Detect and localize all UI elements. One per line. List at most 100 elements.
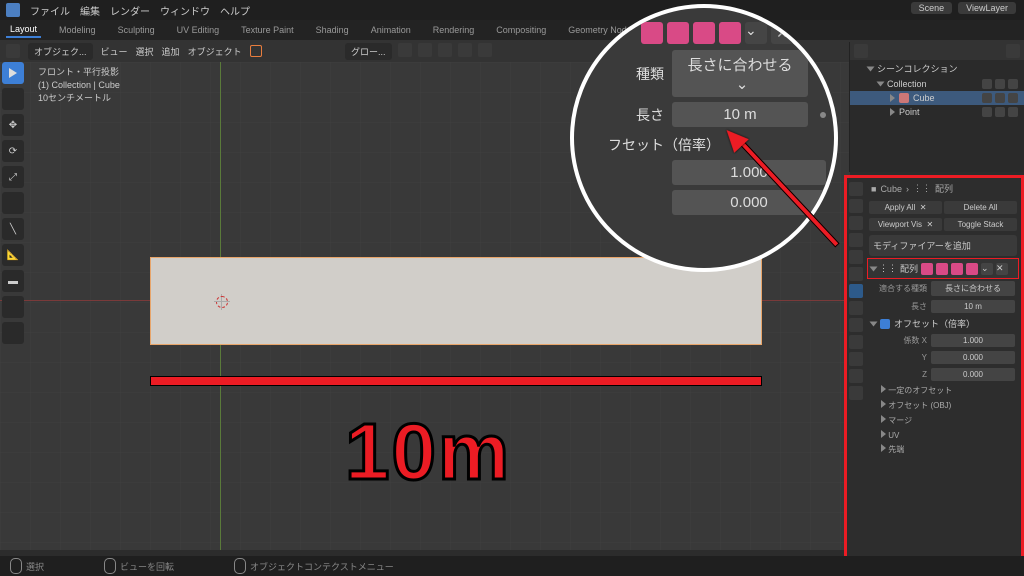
zoom-cage-icon[interactable] (719, 22, 741, 44)
menu-render[interactable]: レンダー (110, 3, 150, 18)
tab-render-icon[interactable] (849, 182, 863, 196)
menu-select[interactable]: 選択 (136, 45, 154, 58)
menu-file[interactable]: ファイル (30, 3, 70, 18)
zoom-editmode-icon[interactable] (641, 22, 663, 44)
scene-selector[interactable]: Scene (911, 2, 953, 14)
tab-physics-icon[interactable] (849, 318, 863, 332)
orientation-dropdown[interactable]: グロー... (345, 43, 392, 60)
tab-shading[interactable]: Shading (312, 23, 353, 37)
menu-view[interactable]: ビュー (101, 45, 128, 58)
modifier-header[interactable]: ⋮⋮ 配列 ⌄ ✕ (867, 258, 1019, 279)
menu-help[interactable]: ヘルプ (220, 3, 250, 18)
tab-sculpting[interactable]: Sculpting (114, 23, 159, 37)
menu-object[interactable]: オブジェクト (188, 45, 242, 58)
editor-type-icon[interactable] (6, 44, 20, 58)
menu-add[interactable]: 追加 (162, 45, 180, 58)
tab-world-icon[interactable] (849, 250, 863, 264)
tab-rendering[interactable]: Rendering (429, 23, 479, 37)
addcube-tool[interactable]: ▬ (2, 270, 24, 292)
extra-tool-1[interactable] (2, 296, 24, 318)
menu-edit[interactable]: 編集 (80, 3, 100, 18)
factor-z-input[interactable]: 0.000 (931, 368, 1015, 381)
menu-window[interactable]: ウィンドウ (160, 3, 210, 18)
mod-cage-icon[interactable] (966, 263, 978, 275)
tab-object-icon[interactable] (849, 267, 863, 281)
zoom-type-dropdown[interactable]: 長さに合わせる ⌄ (672, 50, 808, 97)
add-modifier-dropdown[interactable]: モディファイアーを追加 (869, 235, 1017, 256)
extra-tool-2[interactable] (2, 322, 24, 344)
relative-offset-checkbox[interactable] (880, 319, 890, 329)
outliner-point[interactable]: Point (850, 105, 1024, 119)
mod-dropdown-icon[interactable]: ⌄ (981, 263, 993, 275)
outliner-scene-collection[interactable]: シーンコレクション (850, 60, 1024, 77)
factor-x-input[interactable]: 1.000 (931, 334, 1015, 347)
overlay-icon[interactable] (458, 43, 472, 57)
keyframe-dot-icon[interactable] (820, 112, 826, 118)
move-tool[interactable]: ✥ (2, 114, 24, 136)
zoom-type-label: 種類 (608, 64, 664, 84)
tab-constraint-icon[interactable] (849, 335, 863, 349)
tab-layout[interactable]: Layout (6, 22, 41, 38)
outliner-filter-icon[interactable] (1006, 44, 1020, 58)
origin-indicator-icon[interactable] (250, 45, 262, 57)
gizmo-icon[interactable] (478, 43, 492, 57)
cursor-tool[interactable] (2, 88, 24, 110)
tab-viewlayer-icon[interactable] (849, 216, 863, 230)
mod-render-icon[interactable] (951, 263, 963, 275)
tab-texture-icon[interactable] (849, 386, 863, 400)
toggle-stack-button[interactable]: Toggle Stack (944, 218, 1017, 231)
keyframe-dot-icon[interactable] (820, 71, 826, 77)
zoom-length-input[interactable]: 10 m (672, 102, 808, 127)
tab-output-icon[interactable] (849, 199, 863, 213)
caps-section[interactable]: 先端 (867, 442, 1019, 457)
zoom-close-icon[interactable]: ✕ (771, 22, 793, 44)
tab-modifier-icon[interactable] (849, 284, 863, 298)
length-input[interactable]: 10 m (931, 300, 1015, 313)
tab-material-icon[interactable] (849, 369, 863, 383)
zoom-render-icon[interactable] (693, 22, 715, 44)
outliner-cube[interactable]: Cube (850, 91, 1024, 105)
mod-close-icon[interactable]: ✕ (996, 263, 1008, 275)
scale-tool[interactable]: ⤢ (2, 166, 24, 188)
uv-section[interactable]: UV (867, 428, 1019, 442)
apply-all-button[interactable]: Apply All ✕ (869, 201, 942, 214)
annotate-tool[interactable]: ╲ (2, 218, 24, 240)
visibility-icon[interactable] (982, 93, 992, 103)
render-icon[interactable] (1008, 93, 1018, 103)
select-tool[interactable] (2, 62, 24, 84)
fit-type-dropdown[interactable]: 長さに合わせる (931, 281, 1015, 296)
delete-all-button[interactable]: Delete All (944, 201, 1017, 214)
pivot-icon[interactable] (418, 43, 432, 57)
tab-scene-icon[interactable] (849, 233, 863, 247)
tab-data-icon[interactable] (849, 352, 863, 366)
snap-icon[interactable] (398, 43, 412, 57)
tab-uv[interactable]: UV Editing (173, 23, 224, 37)
tab-animation[interactable]: Animation (367, 23, 415, 37)
zoom-realtime-icon[interactable] (667, 22, 689, 44)
relative-offset-header[interactable]: オフセット（倍率） (867, 315, 1019, 332)
viewport-vis-button[interactable]: Viewport Vis ✕ (869, 218, 942, 231)
mod-editmode-icon[interactable] (921, 263, 933, 275)
tab-particles-icon[interactable] (849, 301, 863, 315)
object-offset-section[interactable]: オフセット (OBJ) (867, 398, 1019, 413)
mod-realtime-icon[interactable] (936, 263, 948, 275)
outliner-type-icon[interactable] (854, 44, 868, 58)
transform-tool[interactable] (2, 192, 24, 214)
merge-section[interactable]: マージ (867, 413, 1019, 428)
measure-tool[interactable]: 📐 (2, 244, 24, 266)
mode-dropdown[interactable]: オブジェク... (28, 43, 93, 60)
tab-modeling[interactable]: Modeling (55, 23, 100, 37)
proportional-icon[interactable] (438, 43, 452, 57)
cube-object[interactable] (150, 257, 762, 345)
constant-offset-section[interactable]: 一定のオフセット (867, 383, 1019, 398)
tab-compositing[interactable]: Compositing (492, 23, 550, 37)
zoom-dropdown-icon[interactable]: ⌄ (745, 22, 767, 44)
tab-texpaint[interactable]: Texture Paint (237, 23, 298, 37)
selectable-icon[interactable] (995, 93, 1005, 103)
factor-y-input[interactable]: 0.000 (931, 351, 1015, 364)
outliner-collection[interactable]: Collection (850, 77, 1024, 91)
zoom-val1[interactable]: 1.000 (672, 160, 826, 185)
viewlayer-selector[interactable]: ViewLayer (958, 2, 1016, 14)
rotate-tool[interactable]: ⟳ (2, 140, 24, 162)
zoom-callout: ⌄ ✕ 種類 長さに合わせる ⌄ 長さ 10 m フセット（倍率） 1.000 … (570, 4, 838, 272)
